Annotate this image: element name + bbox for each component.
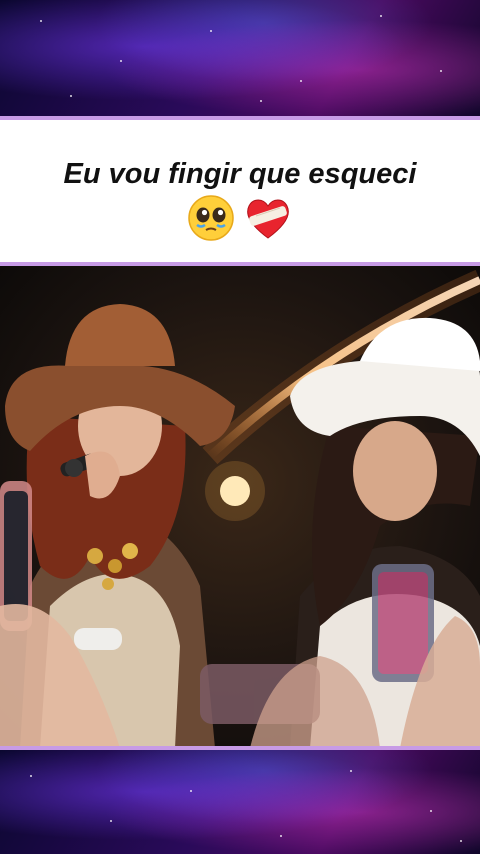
video-frame[interactable]	[0, 266, 480, 748]
galaxy-background-top	[0, 0, 480, 116]
caption-text: Eu vou fingir que esqueci	[63, 158, 417, 190]
pleading-face-icon	[187, 194, 235, 247]
performance-scene	[0, 266, 480, 748]
emoji-row	[0, 194, 480, 247]
galaxy-background-bottom	[0, 750, 480, 854]
caption-panel: Eu vou fingir que esqueci	[0, 120, 480, 262]
mending-heart-icon	[243, 194, 293, 247]
